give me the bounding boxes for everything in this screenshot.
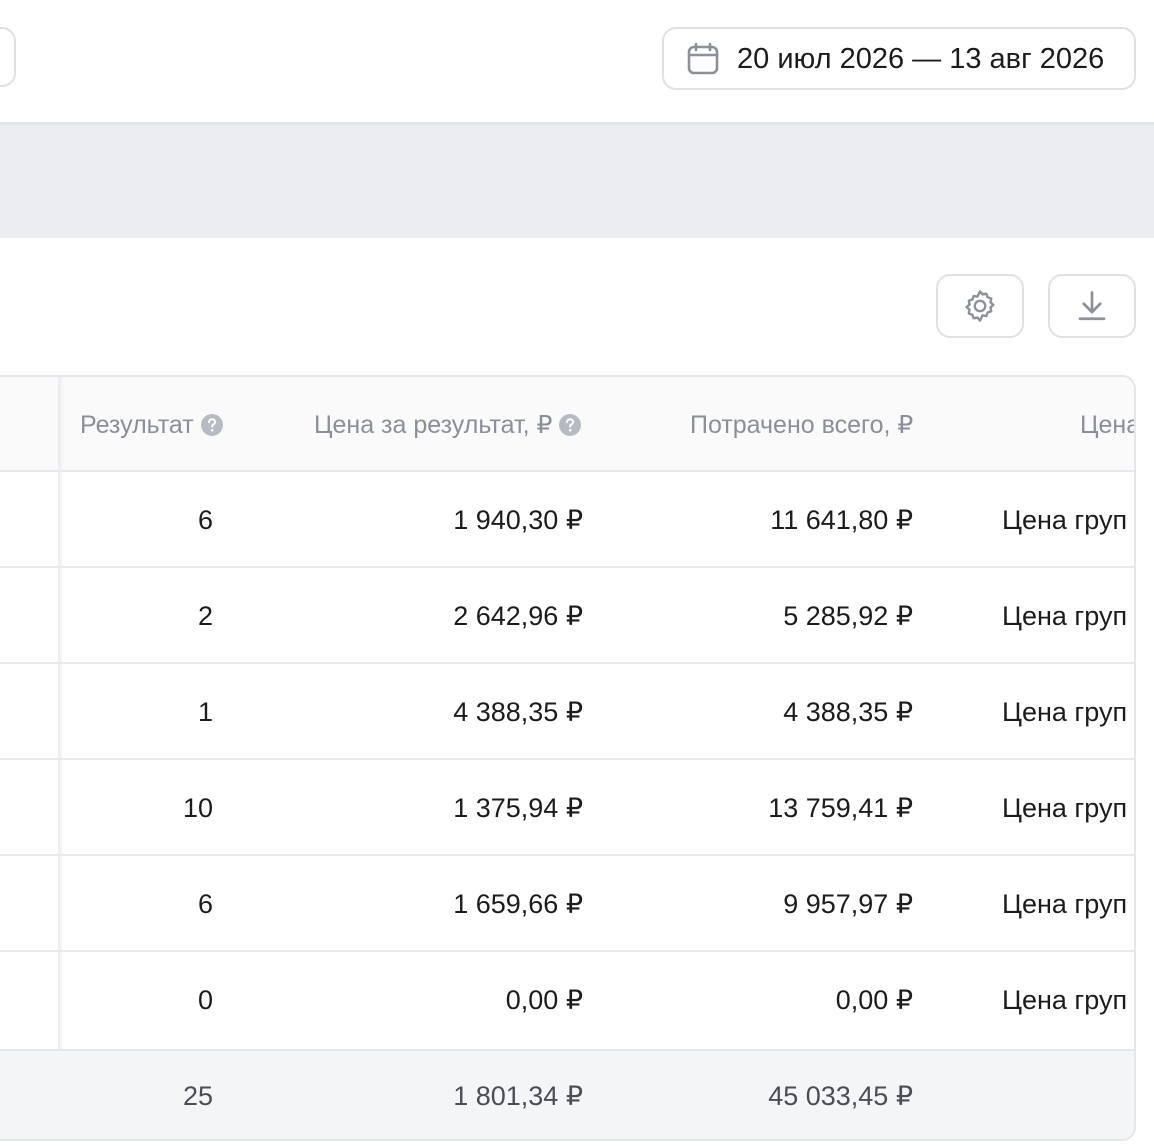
cell-spent-total: 0,00 ₽ xyxy=(835,985,913,1015)
table-header: Результат Цена за результат, ₽ Потрачено… xyxy=(0,377,1134,472)
column-header-spent-total[interactable]: Потрачено всего, ₽ xyxy=(690,409,913,441)
cell-spent-total: 5 285,92 ₽ xyxy=(783,601,913,631)
help-icon[interactable] xyxy=(200,413,224,437)
top-bar: 20 июл 2026 — 13 авг 2026 xyxy=(0,0,1154,122)
cell-result: 6 xyxy=(197,889,213,919)
cell-bid: Цена груп xyxy=(1002,505,1128,535)
cell-bid: Цена груп xyxy=(1002,889,1128,919)
cell-price-per-result: 1 659,66 ₽ xyxy=(453,889,583,919)
cell-spent-total: 9 957,97 ₽ xyxy=(783,889,913,919)
cell-result: 6 xyxy=(197,505,213,535)
column-header-price-per-result[interactable]: Цена за результат, ₽ xyxy=(314,409,582,441)
gear-icon xyxy=(965,290,995,322)
cell-spent-total: 4 388,35 ₽ xyxy=(783,697,913,727)
sticky-column-shadow xyxy=(58,377,64,1049)
total-spent: 45 033,45 ₽ xyxy=(768,1081,913,1111)
column-header-bid[interactable]: Цена xyxy=(1080,409,1134,441)
cell-bid: Цена груп xyxy=(1002,697,1128,727)
table-settings-button[interactable] xyxy=(936,274,1024,338)
calendar-icon xyxy=(687,42,719,75)
search-field-edge[interactable] xyxy=(0,27,16,87)
download-icon xyxy=(1078,291,1106,321)
cell-price-per-result: 0,00 ₽ xyxy=(505,985,583,1015)
date-range-picker[interactable]: 20 июл 2026 — 13 авг 2026 xyxy=(662,27,1136,90)
table-row[interactable]: 6 1 940,30 ₽ 11 641,80 ₽ Цена груп xyxy=(0,472,1134,568)
column-header-result[interactable]: Результат xyxy=(80,409,224,441)
total-result: 25 xyxy=(182,1081,213,1111)
cell-price-per-result: 2 642,96 ₽ xyxy=(453,601,583,631)
total-price-per-result: 1 801,34 ₽ xyxy=(453,1081,583,1111)
cell-price-per-result: 1 940,30 ₽ xyxy=(453,505,583,535)
cell-result: 10 xyxy=(182,793,213,823)
stats-table: Результат Цена за результат, ₽ Потрачено… xyxy=(0,375,1136,1141)
filters-band xyxy=(0,122,1154,238)
table-row[interactable]: 6 1 659,66 ₽ 9 957,97 ₽ Цена груп xyxy=(0,856,1134,952)
help-icon[interactable] xyxy=(558,413,582,437)
date-range-label: 20 июл 2026 — 13 авг 2026 xyxy=(737,43,1105,75)
cell-result: 2 xyxy=(197,601,213,631)
cell-result: 1 xyxy=(197,697,213,727)
table-row[interactable]: 0 0,00 ₽ 0,00 ₽ Цена груп xyxy=(0,952,1134,1048)
cell-price-per-result: 1 375,94 ₽ xyxy=(453,793,583,823)
table-row[interactable]: 1 4 388,35 ₽ 4 388,35 ₽ Цена груп xyxy=(0,664,1134,760)
cell-spent-total: 13 759,41 ₽ xyxy=(768,793,913,823)
table-row[interactable]: 10 1 375,94 ₽ 13 759,41 ₽ Цена груп xyxy=(0,760,1134,856)
cell-bid: Цена груп xyxy=(1002,793,1128,823)
table-row[interactable]: 2 2 642,96 ₽ 5 285,92 ₽ Цена груп xyxy=(0,568,1134,664)
cell-spent-total: 11 641,80 ₽ xyxy=(770,505,913,535)
download-button[interactable] xyxy=(1048,274,1136,338)
cell-result: 0 xyxy=(197,985,213,1015)
cell-bid: Цена груп xyxy=(1002,601,1128,631)
cell-bid: Цена груп xyxy=(1002,985,1128,1015)
table-totals-row: 25 1 801,34 ₽ 45 033,45 ₽ xyxy=(0,1049,1134,1139)
cell-price-per-result: 4 388,35 ₽ xyxy=(453,697,583,727)
